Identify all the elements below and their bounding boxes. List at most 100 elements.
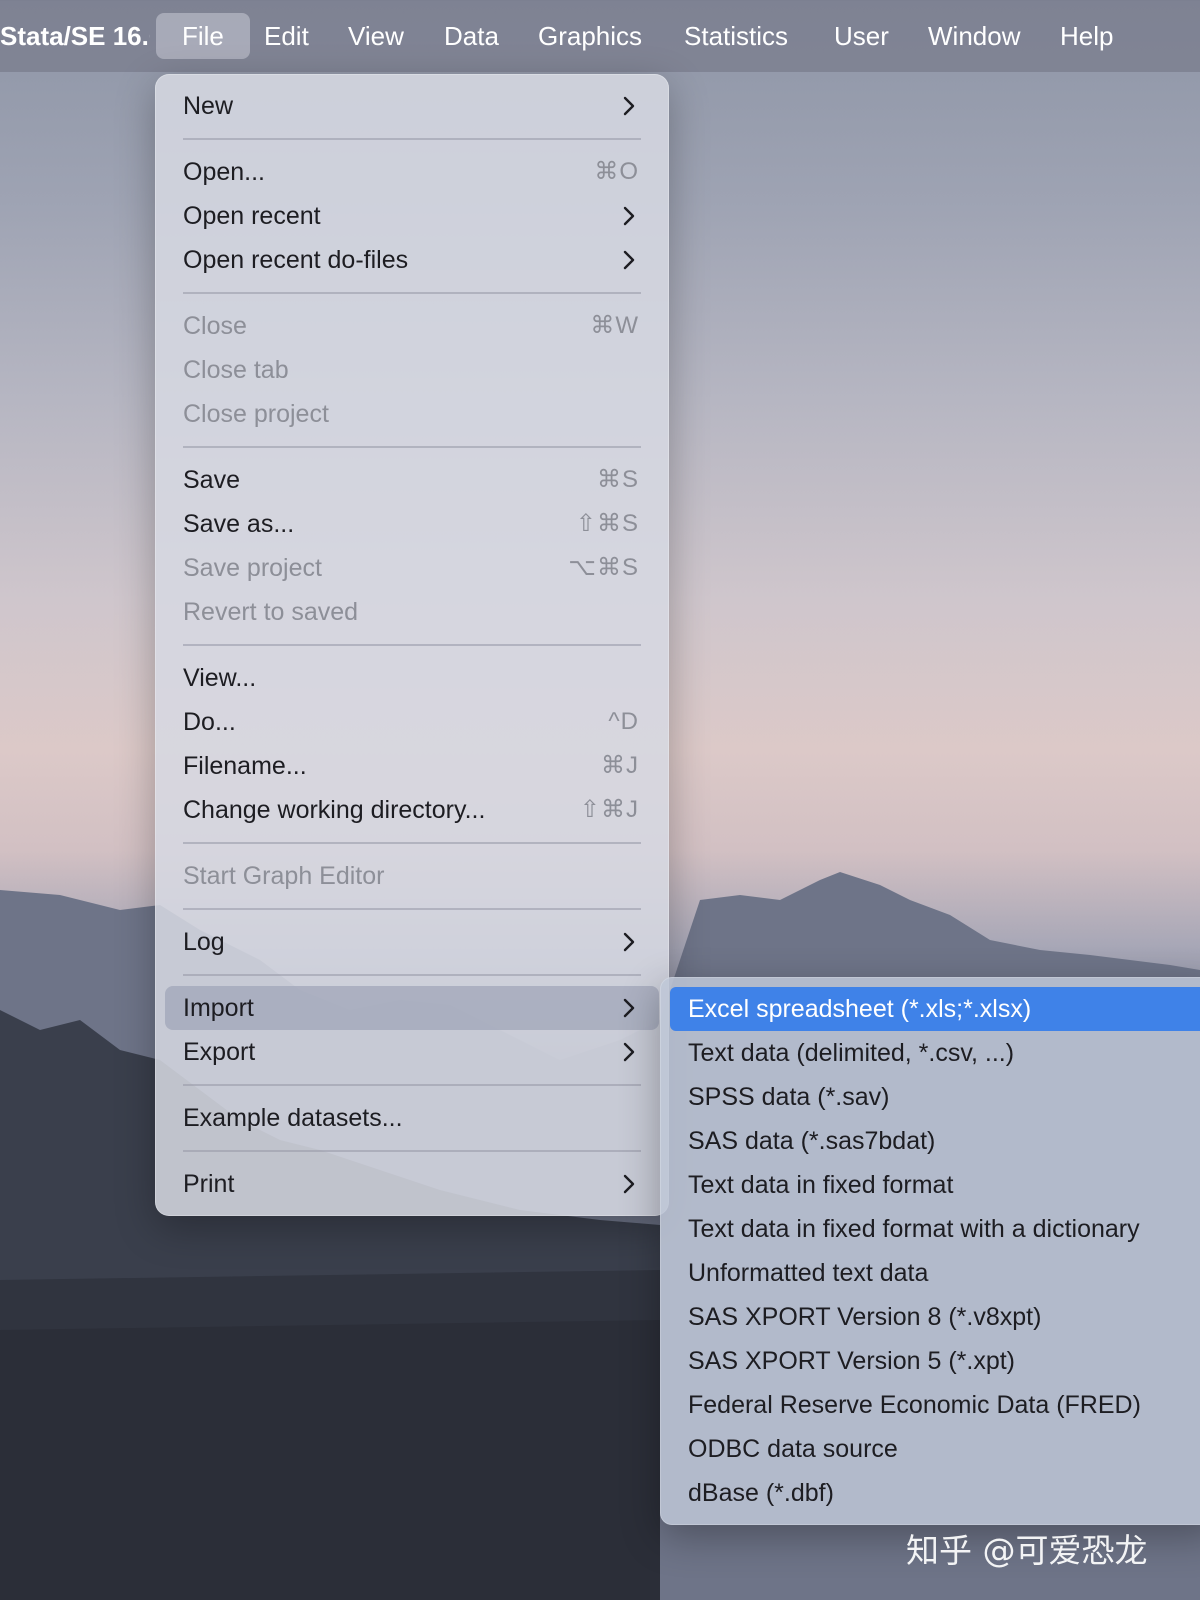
menu-item-label: Federal Reserve Economic Data (FRED) xyxy=(688,1391,1141,1419)
menu-item-label: Do... xyxy=(183,708,236,736)
chevron-right-icon xyxy=(623,1174,635,1194)
menu-item-import[interactable]: Import xyxy=(165,986,659,1030)
menu-item-label: Start Graph Editor xyxy=(183,862,385,890)
menu-separator xyxy=(183,292,641,294)
menu-item-label: SAS XPORT Version 5 (*.xpt) xyxy=(688,1347,1015,1375)
menu-item-revert-to-saved: Revert to saved xyxy=(165,590,659,634)
menu-item-label: Save as... xyxy=(183,510,295,538)
submenu-item-sas[interactable]: SAS data (*.sas7bdat) xyxy=(670,1119,1200,1163)
shortcut-label: ⇧⌘J xyxy=(579,796,639,823)
menu-item-label: Export xyxy=(183,1038,256,1066)
menu-item-open[interactable]: Open... ⌘O xyxy=(165,150,659,194)
shortcut-label: ^D xyxy=(608,708,639,735)
menu-item-label: Save xyxy=(183,466,240,494)
menu-item-label: SAS data (*.sas7bdat) xyxy=(688,1127,936,1155)
menu-item-log[interactable]: Log xyxy=(165,920,659,964)
menu-item-save[interactable]: Save ⌘S xyxy=(165,458,659,502)
app-menu[interactable]: Stata/SE 16.0 xyxy=(0,16,150,56)
menu-item-label: Import xyxy=(183,994,254,1022)
shortcut-label: ⌘W xyxy=(590,312,639,339)
menu-separator xyxy=(183,1150,641,1152)
menu-item-label: Text data (delimited, *.csv, ...) xyxy=(688,1039,1015,1067)
shortcut-label: ⌘O xyxy=(594,158,639,185)
menu-file[interactable]: File xyxy=(156,13,250,59)
file-menu-dropdown: New Open... ⌘O Open recent Open recent d… xyxy=(155,74,669,1216)
menu-item-save-project: Save project ⌥⌘S xyxy=(165,546,659,590)
submenu-item-sas-xport-5[interactable]: SAS XPORT Version 5 (*.xpt) xyxy=(670,1339,1200,1383)
submenu-item-sas-xport-8[interactable]: SAS XPORT Version 8 (*.v8xpt) xyxy=(670,1295,1200,1339)
menu-item-export[interactable]: Export xyxy=(165,1030,659,1074)
menu-item-example-datasets[interactable]: Example datasets... xyxy=(165,1096,659,1140)
submenu-item-unformatted-text[interactable]: Unformatted text data xyxy=(670,1251,1200,1295)
menu-item-label: New xyxy=(183,92,234,120)
menu-item-label: Open recent do-files xyxy=(183,246,409,274)
menu-item-label: Unformatted text data xyxy=(688,1259,929,1287)
menu-item-do[interactable]: Do... ^D xyxy=(165,700,659,744)
shortcut-label: ⇧⌘S xyxy=(575,510,639,537)
menu-separator xyxy=(183,1084,641,1086)
menu-item-label: Close project xyxy=(183,400,329,428)
menu-item-open-recent-do-files[interactable]: Open recent do-files xyxy=(165,238,659,282)
submenu-item-odbc[interactable]: ODBC data source xyxy=(670,1427,1200,1471)
chevron-right-icon xyxy=(623,250,635,270)
menu-item-label: SAS XPORT Version 8 (*.v8xpt) xyxy=(688,1303,1042,1331)
menu-item-print[interactable]: Print xyxy=(165,1162,659,1206)
import-submenu: Excel spreadsheet (*.xls;*.xlsx) Text da… xyxy=(660,977,1200,1525)
menu-data[interactable]: Data xyxy=(418,13,525,59)
menu-item-close-project: Close project xyxy=(165,392,659,436)
menu-help[interactable]: Help xyxy=(1034,13,1139,59)
menu-item-start-graph-editor: Start Graph Editor xyxy=(165,854,659,898)
menu-item-label: Text data in fixed format with a diction… xyxy=(688,1215,1140,1243)
menu-item-label: Example datasets... xyxy=(183,1104,403,1132)
menu-separator xyxy=(183,842,641,844)
menu-window[interactable]: Window xyxy=(902,13,1046,59)
menu-item-close: Close ⌘W xyxy=(165,304,659,348)
menu-item-new[interactable]: New xyxy=(165,84,659,128)
menu-separator xyxy=(183,446,641,448)
submenu-item-text-fixed[interactable]: Text data in fixed format xyxy=(670,1163,1200,1207)
menu-edit[interactable]: Edit xyxy=(238,13,335,59)
menu-item-filename[interactable]: Filename... ⌘J xyxy=(165,744,659,788)
menu-item-save-as[interactable]: Save as... ⇧⌘S xyxy=(165,502,659,546)
menu-item-label: Close xyxy=(183,312,247,340)
menu-item-label: ODBC data source xyxy=(688,1435,898,1463)
menu-item-label: Text data in fixed format xyxy=(688,1171,954,1199)
menu-graphics[interactable]: Graphics xyxy=(512,13,668,59)
menu-item-label: SPSS data (*.sav) xyxy=(688,1083,890,1111)
submenu-item-dbase[interactable]: dBase (*.dbf) xyxy=(670,1471,1200,1515)
menu-item-label: Change working directory... xyxy=(183,796,486,824)
menu-item-label: Print xyxy=(183,1170,235,1198)
menu-statistics[interactable]: Statistics xyxy=(658,13,814,59)
chevron-right-icon xyxy=(623,932,635,952)
menu-item-change-working-directory[interactable]: Change working directory... ⇧⌘J xyxy=(165,788,659,832)
menu-bar: Stata/SE 16.0 File Edit View Data Graphi… xyxy=(0,0,1200,72)
submenu-item-spss[interactable]: SPSS data (*.sav) xyxy=(670,1075,1200,1119)
submenu-item-fred[interactable]: Federal Reserve Economic Data (FRED) xyxy=(670,1383,1200,1427)
menu-item-close-tab: Close tab xyxy=(165,348,659,392)
chevron-right-icon xyxy=(623,206,635,226)
menu-separator xyxy=(183,644,641,646)
chevron-right-icon xyxy=(623,1042,635,1062)
menu-separator xyxy=(183,138,641,140)
submenu-item-text-delimited[interactable]: Text data (delimited, *.csv, ...) xyxy=(670,1031,1200,1075)
menu-view[interactable]: View xyxy=(322,13,430,59)
menu-item-open-recent[interactable]: Open recent xyxy=(165,194,659,238)
menu-separator xyxy=(183,908,641,910)
menu-item-label: Close tab xyxy=(183,356,289,384)
menu-item-label: Open recent xyxy=(183,202,321,230)
menu-user[interactable]: User xyxy=(808,13,915,59)
menu-item-label: Log xyxy=(183,928,225,956)
shortcut-label: ⌥⌘S xyxy=(568,554,639,581)
menu-item-label: Excel spreadsheet (*.xls;*.xlsx) xyxy=(688,995,1032,1023)
menu-item-view[interactable]: View... xyxy=(165,656,659,700)
menu-item-label: dBase (*.dbf) xyxy=(688,1479,834,1507)
menu-item-label: Filename... xyxy=(183,752,307,780)
menu-item-label: Save project xyxy=(183,554,322,582)
menu-item-label: Open... xyxy=(183,158,265,186)
submenu-item-text-fixed-dictionary[interactable]: Text data in fixed format with a diction… xyxy=(670,1207,1200,1251)
menu-separator xyxy=(183,974,641,976)
menu-item-label: Revert to saved xyxy=(183,598,359,626)
shortcut-label: ⌘S xyxy=(596,466,639,493)
shortcut-label: ⌘J xyxy=(601,752,639,779)
submenu-item-excel[interactable]: Excel spreadsheet (*.xls;*.xlsx) xyxy=(670,987,1200,1031)
